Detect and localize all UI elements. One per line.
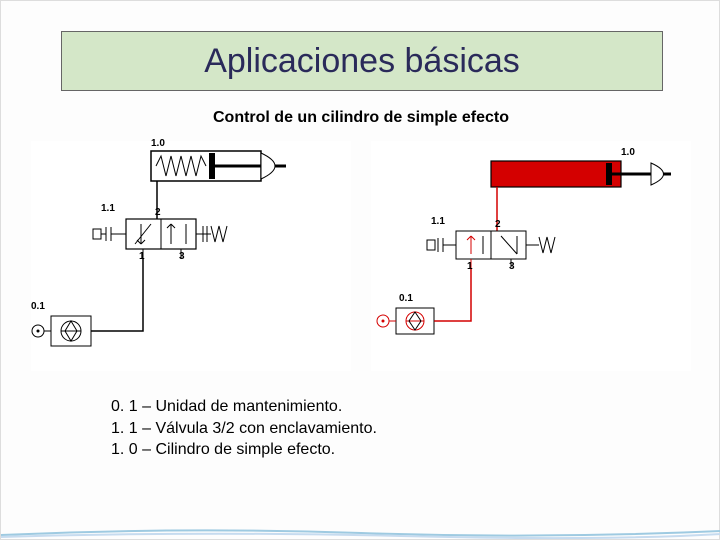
- label-port3: 3: [179, 251, 185, 262]
- valve-icon: [93, 219, 227, 249]
- label-source: 0.1: [31, 301, 45, 312]
- diagram-left: 1.0 1.1 0.1 2 1 3: [31, 141, 351, 371]
- cylinder-icon: [491, 161, 671, 187]
- page-title: Aplicaciones básicas: [204, 42, 520, 81]
- label-valve: 1.1: [101, 203, 115, 214]
- frl-unit-icon: [396, 308, 441, 334]
- footer-decoration: [1, 525, 720, 539]
- subtitle: Control de un cilindro de simple efecto: [1, 109, 720, 127]
- legend-line: 1. 1 – Válvula 3/2 con enclavamiento.: [111, 418, 491, 440]
- label-valve: 1.1: [431, 216, 445, 227]
- label-cylinder: 1.0: [151, 138, 165, 149]
- legend-line: 1. 0 – Cilindro de simple efecto.: [111, 439, 491, 461]
- legend: 0. 1 – Unidad de mantenimiento. 1. 1 – V…: [111, 396, 491, 461]
- label-port1: 1: [467, 261, 473, 272]
- label-cylinder: 1.0: [621, 147, 635, 158]
- legend-line: 0. 1 – Unidad de mantenimiento.: [111, 396, 491, 418]
- frl-unit-icon: [51, 316, 99, 346]
- label-source: 0.1: [399, 293, 413, 304]
- cylinder-icon: [151, 151, 286, 181]
- title-box: Aplicaciones básicas: [61, 31, 663, 91]
- diagram-row: 1.0 1.1 0.1 2 1 3: [31, 141, 691, 371]
- label-port2: 2: [155, 207, 161, 218]
- supply-line: [431, 269, 471, 321]
- air-source-icon: [377, 315, 396, 327]
- label-port3: 3: [509, 261, 515, 272]
- air-source-icon: [32, 325, 51, 337]
- supply-line: [86, 259, 143, 331]
- label-port2: 2: [495, 219, 501, 230]
- label-port1: 1: [139, 251, 145, 262]
- diagram-right: 1.0 1.1 0.1 2 1 3: [371, 141, 691, 371]
- valve-icon: [427, 231, 555, 259]
